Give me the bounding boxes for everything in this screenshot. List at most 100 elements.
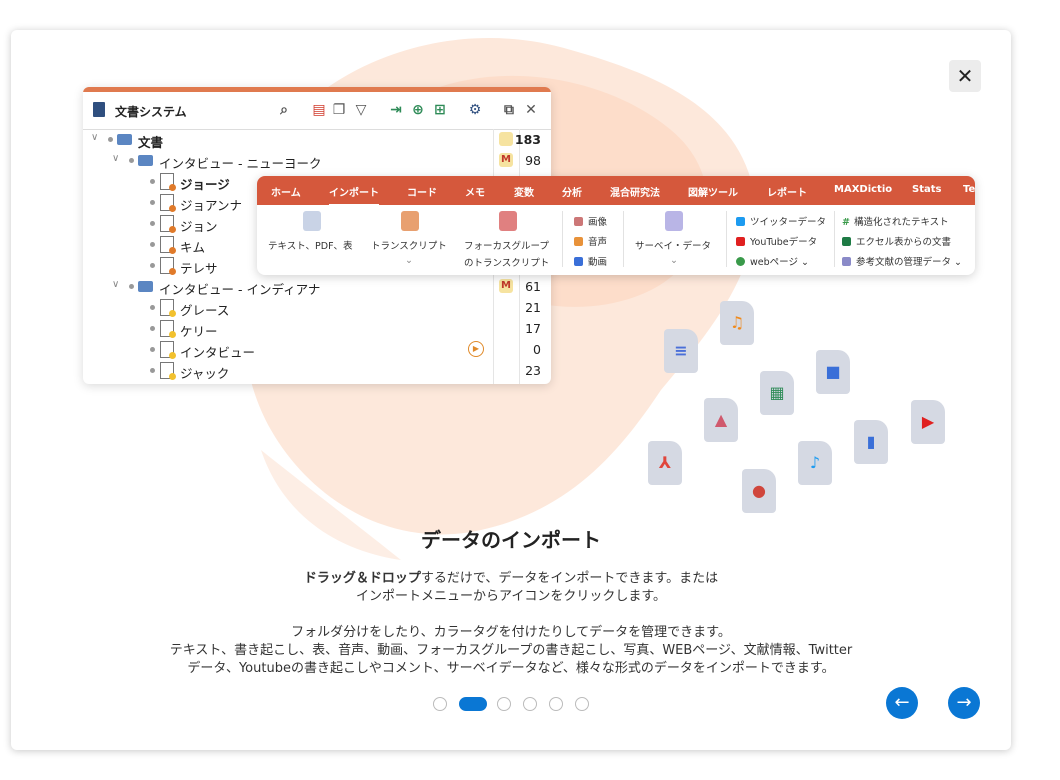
pagination xyxy=(11,694,1011,714)
tree-row-doc[interactable]: グレース 21 xyxy=(83,297,551,318)
tree-dot xyxy=(150,368,155,373)
import-transcript-button[interactable]: トランスクリプト xyxy=(371,238,447,252)
page-dot[interactable] xyxy=(433,697,447,711)
import-twitter-button[interactable]: ツイッターデータ xyxy=(736,214,826,228)
tree-label: ジャック xyxy=(180,366,230,381)
chevron-down-icon[interactable]: ⌄ xyxy=(670,255,678,266)
tab-mixed-methods[interactable]: 混合研究法 xyxy=(610,184,660,199)
previous-button[interactable]: ← xyxy=(886,687,918,719)
import-reference-button[interactable]: 参考文献の管理データ ⌄ xyxy=(842,254,962,268)
twitter-file-icon: ♪ xyxy=(798,441,832,485)
import-video-button[interactable]: 動画 xyxy=(574,254,607,268)
filter-docs-icon[interactable]: ▽ xyxy=(353,102,369,118)
text-document-icon xyxy=(160,215,176,233)
import-text-pdf-button[interactable]: テキスト、PDF、表 xyxy=(268,238,353,252)
page-dot[interactable] xyxy=(523,697,537,711)
page-dot[interactable] xyxy=(497,697,511,711)
import-survey-button[interactable]: サーベイ・データ xyxy=(635,238,711,252)
page-dot[interactable] xyxy=(575,697,589,711)
tab-home[interactable]: ホーム xyxy=(271,184,301,199)
chevron-down-icon[interactable]: ∨ xyxy=(112,279,119,290)
hash-icon: # xyxy=(842,217,850,228)
tab-maxdictio[interactable]: MAXDictio xyxy=(834,184,892,195)
transcript-icon xyxy=(401,211,419,231)
chevron-down-icon[interactable]: ∨ xyxy=(91,132,98,143)
survey-icon xyxy=(665,211,683,231)
tab-import[interactable]: インポート xyxy=(329,184,379,206)
tab-stats[interactable]: Stats xyxy=(912,184,941,195)
new-document-icon[interactable]: ⊕ xyxy=(410,102,426,118)
import-focus-group-button[interactable]: フォーカスグループ xyxy=(464,238,549,252)
ribbon-separator xyxy=(726,211,727,267)
import-audio-button[interactable]: 音声 xyxy=(574,234,607,248)
search-icon[interactable]: ⌕ xyxy=(276,102,292,118)
pdf-file-icon: ⅄ xyxy=(648,441,682,485)
undock-icon[interactable]: ⧉ xyxy=(501,102,517,118)
chevron-down-icon[interactable]: ⌄ xyxy=(405,255,413,266)
import-youtube-button[interactable]: YouTubeデータ xyxy=(736,234,817,248)
tab-te[interactable]: Te xyxy=(963,184,975,195)
folder-icon xyxy=(138,155,153,166)
gear-icon[interactable]: ⚙ xyxy=(467,102,483,118)
focus-group-file-icon: ● xyxy=(742,469,776,513)
tree-label: ケリー xyxy=(180,324,218,339)
tree-label: インタビュー xyxy=(180,345,256,360)
next-button[interactable]: → xyxy=(948,687,980,719)
tree-dot xyxy=(150,326,155,331)
text-document-icon xyxy=(160,299,176,317)
tree-dot xyxy=(150,305,155,310)
structured-label: 構造化されたテキスト xyxy=(853,217,949,228)
tree-row-doc[interactable]: インタビュー ▶ 0 xyxy=(83,339,551,360)
import-excel-button[interactable]: エクセル表からの文書 xyxy=(842,234,951,248)
tree-dot xyxy=(129,284,134,289)
excel-icon xyxy=(842,237,851,246)
ribbon-separator xyxy=(834,211,835,267)
text-document-icon xyxy=(160,236,176,254)
book-file-icon: ▮ xyxy=(854,420,888,464)
memo-m-badge[interactable]: M xyxy=(499,279,513,293)
tree-dot xyxy=(150,347,155,352)
tree-label: ジョージ xyxy=(180,177,230,192)
chevron-down-icon[interactable]: ∨ xyxy=(112,153,119,164)
tree-count: 23 xyxy=(525,363,541,378)
focus-group-icon xyxy=(499,211,517,231)
description-line-2: インポートメニューからアイコンをクリックします。 xyxy=(355,589,667,604)
import-icon[interactable]: ⇥ xyxy=(388,102,404,118)
page-dot-active[interactable] xyxy=(459,697,487,711)
tree-dot xyxy=(150,242,155,247)
tree-row-root[interactable]: ∨ 文書 183 xyxy=(83,129,551,150)
tree-count: 61 xyxy=(525,279,541,294)
tab-reports[interactable]: レポート xyxy=(767,184,807,199)
copy-docs-icon[interactable]: ❐ xyxy=(331,102,347,118)
memo-m-badge[interactable]: M xyxy=(499,153,513,167)
play-icon[interactable]: ▶ xyxy=(468,341,484,357)
tab-variables[interactable]: 変数 xyxy=(514,184,534,199)
excel-label: エクセル表からの文書 xyxy=(856,237,952,248)
pdf-doc-icon[interactable]: ▤ xyxy=(311,102,327,118)
tree-row-ny[interactable]: ∨ インタビュー - ニューヨーク M 98 xyxy=(83,150,551,171)
tab-visual-tools[interactable]: 図解ツール xyxy=(688,184,738,199)
tree-label: キム xyxy=(180,240,206,255)
tree-count: 17 xyxy=(525,321,541,336)
import-image-button[interactable]: 画像 xyxy=(574,214,607,228)
close-window-icon[interactable]: ✕ xyxy=(523,102,539,118)
folder-icon xyxy=(138,281,153,292)
document-system-icon xyxy=(93,102,105,117)
tab-memo[interactable]: メモ xyxy=(465,184,485,199)
close-button[interactable]: ✕ xyxy=(949,60,981,92)
import-web-button[interactable]: webページ ⌄ xyxy=(736,254,809,268)
document-system-header: 文書システム ⌕ ▤ ❐ ▽ ⇥ ⊕ ⊞ ⚙ ⧉ ✕ xyxy=(83,92,551,130)
import-structured-text-button[interactable]: # 構造化されたテキスト xyxy=(842,214,949,228)
page-title: データのインポート xyxy=(421,528,601,552)
memo-badge[interactable] xyxy=(499,132,513,146)
tab-analysis[interactable]: 分析 xyxy=(562,184,582,199)
new-folder-icon[interactable]: ⊞ xyxy=(432,102,448,118)
tab-code[interactable]: コード xyxy=(407,184,437,199)
page-dot[interactable] xyxy=(549,697,563,711)
tree-row-indiana[interactable]: ∨ インタビュー - インディアナ M 61 xyxy=(83,276,551,297)
ribbon-separator xyxy=(562,211,563,267)
tree-row-doc[interactable]: ジャック 23 xyxy=(83,360,551,381)
focus-group-label-2: のトランスクリプト xyxy=(464,258,550,269)
tree-row-doc[interactable]: ケリー 17 xyxy=(83,318,551,339)
reference-label: 参考文献の管理データ xyxy=(856,257,952,268)
